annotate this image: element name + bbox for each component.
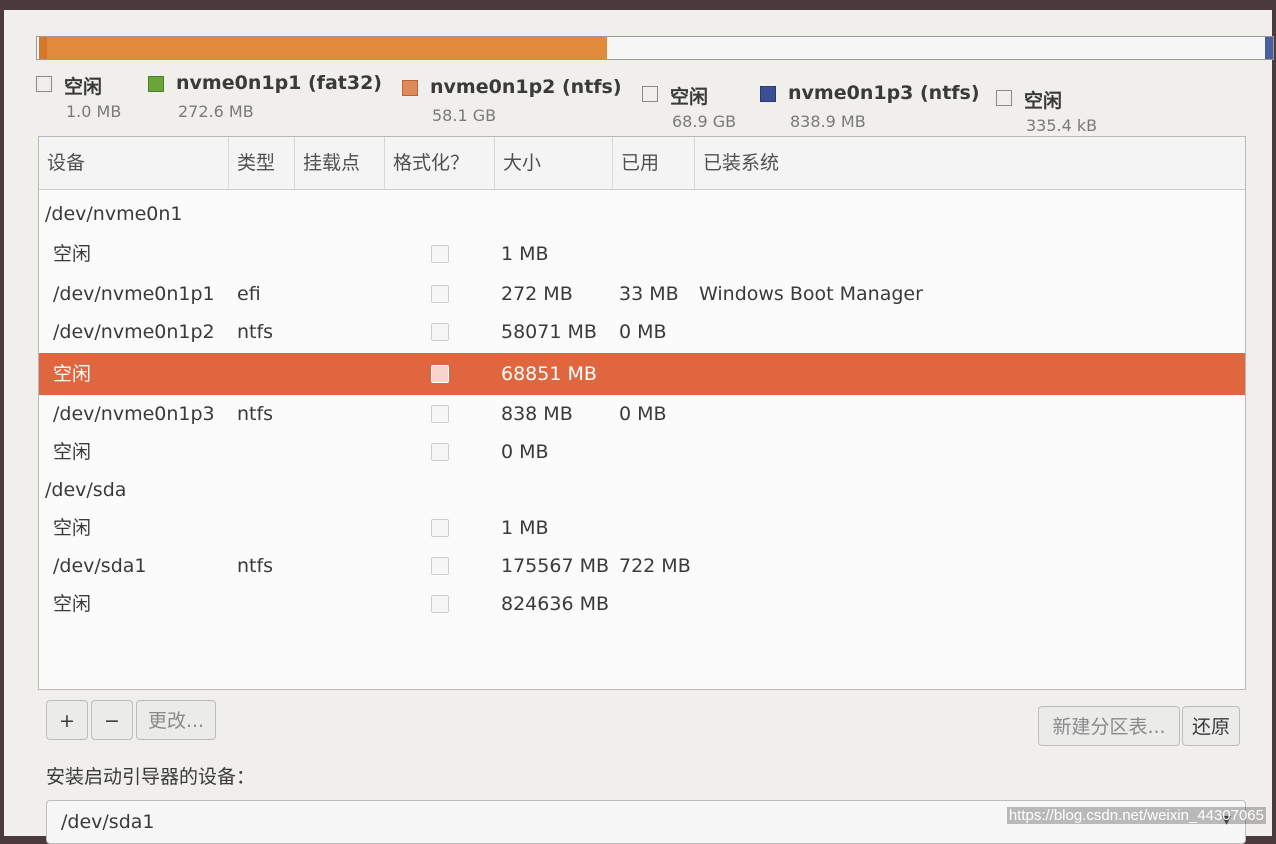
- table-row[interactable]: 空闲 1 MB: [39, 235, 1245, 273]
- revert-button[interactable]: 还原: [1182, 706, 1240, 746]
- device-cell: /dev/nvme0n1p2: [53, 321, 215, 343]
- device-cell: /dev/sda1: [53, 555, 147, 577]
- legend-swatch: [36, 76, 52, 92]
- format-checkbox[interactable]: [431, 519, 449, 537]
- add-partition-button[interactable]: +: [46, 700, 88, 740]
- format-checkbox[interactable]: [431, 245, 449, 263]
- legend-size: 838.9 MB: [790, 112, 866, 131]
- table-row-selected[interactable]: 空闲 68851 MB: [39, 353, 1245, 395]
- table-row-group[interactable]: /dev/sda: [39, 471, 1245, 509]
- column-header-mount[interactable]: 挂载点: [295, 137, 385, 189]
- legend-item: 空闲 1.0 MB: [36, 72, 121, 121]
- size-cell: 1 MB: [501, 517, 549, 539]
- used-cell: 722 MB: [619, 555, 691, 577]
- format-checkbox[interactable]: [431, 595, 449, 613]
- remove-partition-button[interactable]: −: [91, 700, 133, 740]
- table-row[interactable]: /dev/nvme0n1p2 ntfs 58071 MB 0 MB: [39, 313, 1245, 351]
- format-checkbox[interactable]: [431, 443, 449, 461]
- legend-item: nvme0n1p2 (ntfs) 58.1 GB: [402, 76, 622, 125]
- device-cell: 空闲: [53, 243, 92, 265]
- legend-size: 1.0 MB: [66, 102, 122, 121]
- device-cell: 空闲: [53, 517, 92, 539]
- legend-swatch: [402, 80, 418, 96]
- type-cell: ntfs: [237, 403, 274, 425]
- column-header-used[interactable]: 已用: [613, 137, 695, 189]
- format-checkbox[interactable]: [431, 323, 449, 341]
- legend-name: 空闲: [1024, 90, 1063, 112]
- format-checkbox[interactable]: [431, 557, 449, 575]
- legend-name: nvme0n1p2 (ntfs): [430, 76, 622, 98]
- partition-table[interactable]: 设备 类型 挂载点 格式化？ 大小 已用 已装系统 /dev/nvme0n1 空…: [38, 136, 1246, 690]
- legend-name: nvme0n1p1 (fat32): [176, 72, 382, 94]
- device-cell: /dev/nvme0n1: [45, 203, 183, 225]
- table-row-group[interactable]: /dev/nvme0n1: [39, 195, 1245, 233]
- device-cell: 空闲: [53, 441, 92, 463]
- change-partition-button[interactable]: 更改...: [136, 700, 216, 740]
- format-checkbox[interactable]: [431, 405, 449, 423]
- size-cell: 824636 MB: [501, 593, 609, 615]
- legend-size: 335.4 kB: [1026, 116, 1098, 135]
- table-row[interactable]: /dev/nvme0n1p3 ntfs 838 MB 0 MB: [39, 395, 1245, 433]
- type-cell: ntfs: [237, 321, 274, 343]
- legend-name: 空闲: [670, 86, 709, 108]
- size-cell: 58071 MB: [501, 321, 597, 343]
- used-cell: 0 MB: [619, 403, 667, 425]
- legend-size: 272.6 MB: [178, 102, 254, 121]
- legend-item: nvme0n1p3 (ntfs) 838.9 MB: [760, 82, 980, 131]
- legend-size: 58.1 GB: [432, 106, 497, 125]
- type-cell: ntfs: [237, 555, 274, 577]
- format-checkbox[interactable]: [431, 285, 449, 303]
- legend-swatch: [996, 90, 1012, 106]
- partition-legend: 空闲 1.0 MB nvme0n1p1 (fat32) 272.6 MB nvm…: [34, 72, 1264, 142]
- legend-name: 空闲: [64, 76, 103, 98]
- partition-bar: [36, 36, 1274, 60]
- table-row[interactable]: 空闲 1 MB: [39, 509, 1245, 547]
- legend-swatch: [760, 86, 776, 102]
- size-cell: 838 MB: [501, 403, 573, 425]
- table-header: 设备 类型 挂载点 格式化？ 大小 已用 已装系统: [39, 137, 1245, 190]
- column-header-type[interactable]: 类型: [229, 137, 295, 189]
- legend-item: 空闲 68.9 GB: [642, 82, 736, 131]
- size-cell: 1 MB: [501, 243, 549, 265]
- partition-window: 空闲 1.0 MB nvme0n1p1 (fat32) 272.6 MB nvm…: [4, 10, 1274, 844]
- format-checkbox[interactable]: [431, 365, 449, 383]
- size-cell: 175567 MB: [501, 555, 609, 577]
- watermark-text: https://blog.csdn.net/weixin_44307065: [1006, 807, 1266, 824]
- column-header-device[interactable]: 设备: [39, 137, 229, 189]
- system-cell: Windows Boot Manager: [699, 283, 923, 305]
- legend-item: 空闲 335.4 kB: [996, 86, 1097, 135]
- device-cell: 空闲: [53, 593, 92, 615]
- size-cell: 0 MB: [501, 441, 549, 463]
- device-cell: /dev/nvme0n1p1: [53, 283, 215, 305]
- bootloader-label: 安装启动引导器的设备：: [46, 766, 256, 788]
- bootloader-device-value: /dev/sda1: [61, 811, 155, 833]
- device-cell: /dev/nvme0n1p3: [53, 403, 215, 425]
- partition-bar-free-large: [607, 37, 1265, 59]
- used-cell: 33 MB: [619, 283, 679, 305]
- legend-swatch: [148, 76, 164, 92]
- table-row[interactable]: 空闲 0 MB: [39, 433, 1245, 471]
- table-row[interactable]: /dev/sda1 ntfs 175567 MB 722 MB: [39, 547, 1245, 585]
- legend-size: 68.9 GB: [672, 112, 737, 131]
- column-header-system[interactable]: 已装系统: [695, 137, 1245, 189]
- legend-swatch: [642, 86, 658, 102]
- partition-bar-p3: [1265, 37, 1273, 59]
- table-row[interactable]: /dev/nvme0n1p1 efi 272 MB 33 MB Windows …: [39, 275, 1245, 313]
- partition-bar-p1: [39, 37, 47, 59]
- table-row[interactable]: 空闲 824636 MB: [39, 585, 1245, 623]
- column-header-size[interactable]: 大小: [495, 137, 613, 189]
- type-cell: efi: [237, 283, 261, 305]
- size-cell: 272 MB: [501, 283, 573, 305]
- legend-name: nvme0n1p3 (ntfs): [788, 82, 980, 104]
- new-partition-table-button[interactable]: 新建分区表...: [1038, 706, 1180, 746]
- used-cell: 0 MB: [619, 321, 667, 343]
- size-cell: 68851 MB: [501, 363, 597, 385]
- partition-bar-p2: [47, 37, 607, 59]
- device-cell: 空闲: [53, 363, 92, 385]
- column-header-format[interactable]: 格式化？: [385, 137, 495, 189]
- legend-item: nvme0n1p1 (fat32) 272.6 MB: [148, 72, 382, 121]
- device-cell: /dev/sda: [45, 479, 127, 501]
